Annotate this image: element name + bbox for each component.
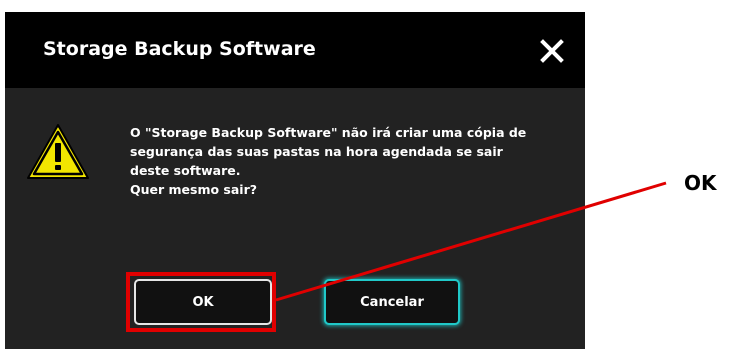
dialog-body: O "Storage Backup Software" não irá cria… (5, 88, 585, 349)
exit-confirmation-dialog: Storage Backup Software O "Storage Backu… (5, 12, 585, 349)
dialog-titlebar: Storage Backup Software (5, 12, 585, 88)
ok-button[interactable]: OK (134, 279, 272, 325)
close-icon (540, 39, 564, 63)
dialog-message: O "Storage Backup Software" não irá cria… (130, 123, 575, 199)
dialog-title: Storage Backup Software (43, 38, 316, 60)
message-line: deste software. (130, 163, 241, 178)
message-line: segurança das suas pastas na hora agenda… (130, 144, 503, 159)
message-line: O "Storage Backup Software" não irá cria… (130, 125, 527, 140)
message-line: Quer mesmo sair? (130, 182, 258, 197)
screenshot-stage: Storage Backup Software O "Storage Backu… (0, 0, 729, 349)
callout-label: OK (684, 171, 717, 195)
close-button[interactable] (537, 36, 567, 66)
warning-triangle-icon (27, 124, 89, 179)
cancel-button[interactable]: Cancelar (324, 279, 460, 325)
